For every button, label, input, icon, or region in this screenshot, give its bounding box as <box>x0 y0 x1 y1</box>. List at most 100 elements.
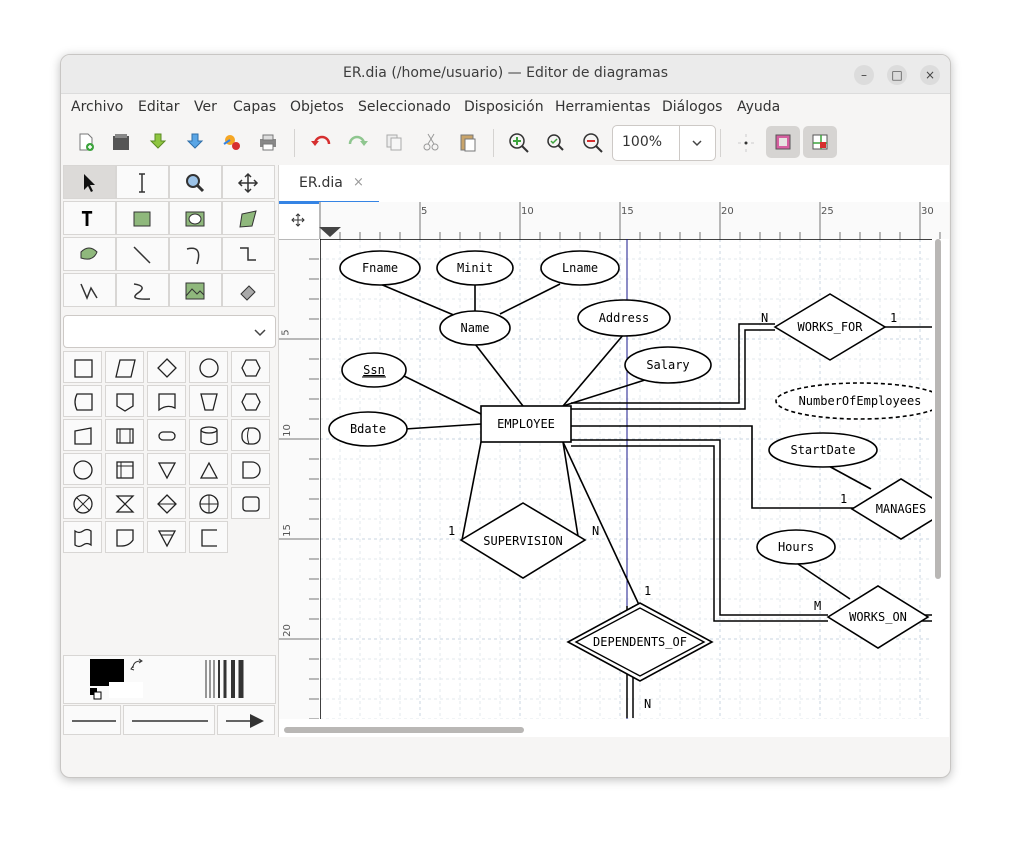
save-icon[interactable] <box>141 126 175 158</box>
paste-icon[interactable] <box>451 126 485 158</box>
save-as-icon[interactable] <box>178 126 212 158</box>
sheet-selector[interactable] <box>63 315 276 348</box>
shape-palette-item[interactable] <box>231 351 270 383</box>
shape-palette-item[interactable] <box>189 385 228 417</box>
guide-icon[interactable] <box>803 126 837 158</box>
magnify-tool[interactable] <box>169 165 222 199</box>
redo-icon[interactable] <box>340 126 374 158</box>
attribute-lname-label: Lname <box>562 261 598 275</box>
close-icon[interactable]: × <box>353 175 364 190</box>
relationship-works-on-label: WORKS_ON <box>849 610 907 624</box>
shape-palette-item[interactable] <box>105 385 144 417</box>
shape-palette-item[interactable] <box>147 453 186 485</box>
background-color-swatch[interactable] <box>109 682 143 698</box>
ruler-label: 15 <box>621 206 634 217</box>
polygon-tool[interactable] <box>222 201 275 235</box>
menu-objetos[interactable]: Objetos <box>290 99 344 115</box>
shape-palette-item[interactable] <box>147 487 186 519</box>
shape-palette-item[interactable] <box>231 453 270 485</box>
start-arrow-selector[interactable] <box>63 705 121 735</box>
zoom-out-icon[interactable] <box>575 126 609 158</box>
shape-palette-item[interactable] <box>189 453 228 485</box>
attribute-address-label: Address <box>599 311 650 325</box>
shape-palette-item[interactable] <box>189 419 228 451</box>
shape-palette-item[interactable] <box>189 351 228 383</box>
zoom-combo[interactable]: 100% <box>612 125 716 161</box>
shape-palette-item[interactable] <box>105 453 144 485</box>
shape-palette-item[interactable] <box>231 385 270 417</box>
shape-palette-item[interactable] <box>63 453 102 485</box>
shape-palette-item[interactable] <box>63 385 102 417</box>
line-style-selector[interactable] <box>123 705 215 735</box>
open-icon[interactable] <box>104 126 138 158</box>
svg-text:T: T <box>81 208 93 230</box>
shape-palette-item[interactable] <box>105 351 144 383</box>
shape-palette-item[interactable] <box>63 521 102 553</box>
minimize-button[interactable]: – <box>854 65 874 85</box>
menu-dialogos[interactable]: Diálogos <box>662 99 722 115</box>
shape-palette-item[interactable] <box>63 351 102 383</box>
shape-palette-item[interactable] <box>147 385 186 417</box>
zigzag-tool[interactable] <box>222 237 275 271</box>
zoom-value[interactable]: 100% <box>622 134 662 150</box>
shape-palette-item[interactable] <box>189 487 228 519</box>
close-button[interactable]: × <box>920 65 940 85</box>
menu-capas[interactable]: Capas <box>233 99 276 115</box>
text-edit-tool[interactable] <box>116 165 169 199</box>
outline-tool[interactable] <box>222 273 275 307</box>
snap-object-icon[interactable] <box>766 126 800 158</box>
pointer-tool[interactable] <box>63 165 116 199</box>
arc-tool[interactable] <box>169 237 222 271</box>
copy-icon[interactable] <box>377 126 411 158</box>
shape-palette-item[interactable] <box>105 419 144 451</box>
cardinality-label: N <box>644 697 651 711</box>
shape-palette-item[interactable] <box>147 521 186 553</box>
shape-palette-item[interactable] <box>189 521 228 553</box>
print-icon[interactable] <box>251 126 285 158</box>
zoom-fit-icon[interactable] <box>538 126 572 158</box>
vertical-scrollbar[interactable] <box>935 239 941 579</box>
horizontal-scrollbar[interactable] <box>284 727 524 733</box>
box-tool[interactable] <box>116 201 169 235</box>
menu-seleccionado[interactable]: Seleccionado <box>358 99 451 115</box>
bezier-tool[interactable] <box>116 273 169 307</box>
attribute-ssn-label: Ssn <box>363 363 385 377</box>
shape-palette-item[interactable] <box>231 487 270 519</box>
menu-editar[interactable]: Editar <box>138 99 179 115</box>
swap-colors-icon <box>130 658 143 671</box>
tab-er-dia[interactable]: ER.dia × <box>279 165 379 204</box>
menu-ayuda[interactable]: Ayuda <box>737 99 780 115</box>
menu-disposicion[interactable]: Disposición <box>464 99 544 115</box>
export-icon[interactable] <box>215 126 249 158</box>
undo-icon[interactable] <box>303 126 337 158</box>
color-selector[interactable] <box>63 655 276 704</box>
zoom-in-icon[interactable] <box>501 126 535 158</box>
ruler-label: 5 <box>280 329 292 336</box>
maximize-button[interactable]: □ <box>887 65 907 85</box>
shape-palette-item[interactable] <box>231 419 270 451</box>
relationship-works-for-label: WORKS_FOR <box>797 320 863 334</box>
line-tool[interactable] <box>116 237 169 271</box>
shape-palette-item[interactable] <box>63 487 102 519</box>
chevron-down-icon[interactable] <box>679 126 715 160</box>
menu-archivo[interactable]: Archivo <box>71 99 123 115</box>
scroll-tool[interactable] <box>222 165 275 199</box>
shape-palette-item[interactable] <box>147 351 186 383</box>
shape-palette-item[interactable] <box>147 419 186 451</box>
ruler-label: 10 <box>521 206 534 217</box>
image-tool[interactable] <box>169 273 222 307</box>
menu-ver[interactable]: Ver <box>194 99 217 115</box>
text-tool[interactable]: T <box>63 201 116 235</box>
diagram-canvas[interactable]: EMPLOYEE Fname Minit Lname Name Address … <box>320 239 932 719</box>
shape-palette-item[interactable] <box>105 521 144 553</box>
shape-palette-item[interactable] <box>105 487 144 519</box>
cut-icon[interactable] <box>414 126 448 158</box>
ellipse-tool[interactable] <box>169 201 222 235</box>
snap-grid-icon[interactable] <box>729 126 763 158</box>
beziergon-tool[interactable] <box>63 237 116 271</box>
end-arrow-selector[interactable] <box>217 705 275 735</box>
shape-palette-item[interactable] <box>63 419 102 451</box>
polyline-tool[interactable] <box>63 273 116 307</box>
new-document-icon[interactable] <box>69 126 103 158</box>
menu-herramientas[interactable]: Herramientas <box>555 99 650 115</box>
